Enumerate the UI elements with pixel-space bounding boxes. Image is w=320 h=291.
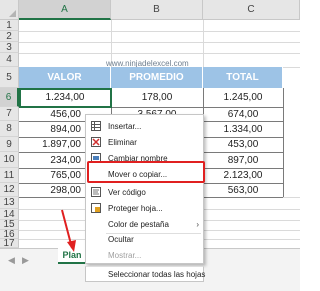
menu-item-label: Eliminar [108, 137, 137, 147]
row-header[interactable]: 5 [0, 67, 19, 88]
row-header[interactable]: 7 [0, 107, 19, 121]
row-header[interactable]: 4 [0, 53, 19, 67]
column-header-b[interactable]: B [111, 0, 203, 20]
sheet-tab-plan[interactable]: Plan [58, 248, 86, 264]
table-cell[interactable]: 674,00 [203, 107, 283, 121]
table-header-total[interactable]: TOTAL [203, 67, 283, 88]
table-border [283, 88, 284, 197]
scroll-left-icon[interactable]: ◀ [8, 255, 15, 266]
menu-item-label: Color de pestaña [108, 219, 169, 229]
row-header[interactable]: 12 [0, 183, 19, 197]
table-cell[interactable]: 453,00 [203, 137, 283, 152]
row-header[interactable]: 10 [0, 152, 19, 168]
menu-item-insert[interactable]: Insertar... [86, 118, 203, 134]
table-cell[interactable]: 563,00 [203, 183, 283, 197]
menu-item-label: Seleccionar todas las hojas [108, 269, 206, 279]
row-header[interactable]: 11 [0, 168, 19, 183]
sheet-context-menu: Insertar... Eliminar Cambiar nombre Move… [85, 114, 204, 264]
table-cell[interactable]: 897,00 [203, 152, 283, 168]
scroll-right-icon[interactable]: ▶ [22, 255, 29, 266]
gridline [19, 53, 300, 54]
menu-item-tab-color[interactable]: Color de pestaña › [86, 216, 203, 232]
menu-item-label: Mostrar... [108, 250, 142, 260]
menu-item-select-all-sheets[interactable]: Seleccionar todas las hojas [85, 266, 206, 282]
highlight-box [87, 161, 205, 183]
table-cell[interactable]: 1.897,00 [19, 137, 81, 152]
table-cell[interactable]: 234,00 [19, 152, 81, 168]
column-header-c[interactable]: C [203, 0, 300, 20]
menu-item-view-code[interactable]: Ver código [86, 184, 203, 200]
table-cell[interactable]: 2.123,00 [203, 168, 283, 183]
menu-item-protect-sheet[interactable]: Proteger hoja... [86, 200, 203, 216]
table-cell[interactable]: 456,00 [19, 107, 81, 121]
row-header[interactable]: 2 [0, 31, 19, 42]
gridline [19, 42, 300, 43]
row-header[interactable]: 8 [0, 121, 19, 137]
table-cell[interactable]: 1.334,00 [203, 121, 283, 137]
table-cell[interactable]: 178,00 [111, 88, 203, 107]
table-cell[interactable]: 298,00 [19, 183, 81, 197]
menu-item-label: Insertar... [108, 121, 142, 131]
table-cell[interactable]: 1.234,00 [19, 88, 111, 107]
menu-item-label: Proteger hoja... [108, 203, 163, 213]
row-header[interactable]: 3 [0, 42, 19, 53]
row-header[interactable]: 13 [0, 197, 19, 209]
protect-sheet-icon [91, 203, 101, 213]
table-cell[interactable]: 894,00 [19, 121, 81, 137]
table-cell[interactable]: 1.245,00 [203, 88, 283, 107]
menu-item-label: Ver código [108, 187, 146, 197]
menu-item-delete[interactable]: Eliminar [86, 134, 203, 150]
menu-item-unhide: Mostrar... [86, 247, 203, 263]
insert-sheet-icon [91, 121, 101, 131]
select-all-corner[interactable] [0, 0, 19, 20]
row-header[interactable]: 17 [0, 238, 19, 249]
delete-sheet-icon [91, 137, 101, 147]
column-header-a[interactable]: A [19, 0, 111, 20]
view-code-icon [91, 187, 101, 197]
menu-item-hide[interactable]: Ocultar [86, 231, 203, 247]
menu-item-label: Ocultar [108, 234, 134, 244]
gridline [19, 31, 300, 32]
submenu-arrow-icon: › [196, 219, 199, 229]
table-cell[interactable]: 765,00 [19, 168, 81, 183]
row-header[interactable]: 9 [0, 137, 19, 152]
table-header-promedio[interactable]: PROMEDIO [111, 67, 203, 88]
row-header[interactable]: 6 [0, 88, 19, 107]
row-header[interactable]: 1 [0, 20, 19, 31]
table-header-valor[interactable]: VALOR [19, 67, 111, 88]
